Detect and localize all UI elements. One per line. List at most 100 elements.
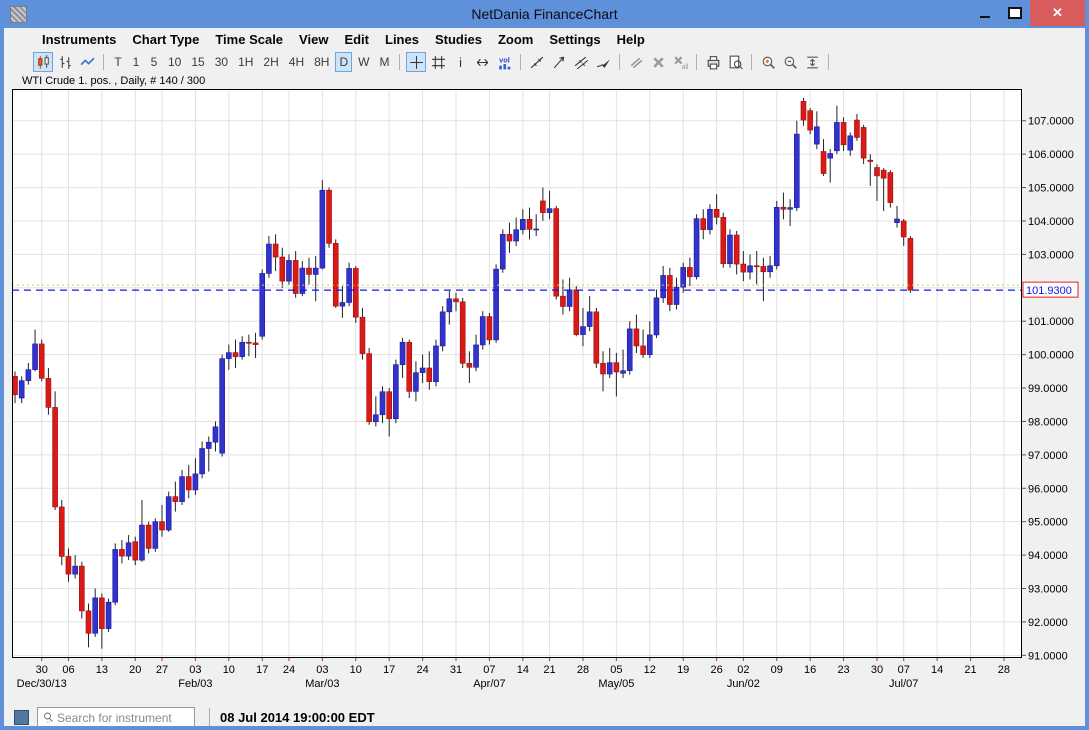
candle-body	[627, 329, 632, 371]
x-axis-month-label: Jun/02	[727, 678, 760, 690]
timeframe-15-button[interactable]: 15	[187, 52, 208, 72]
timeframe-M-button[interactable]: M	[375, 52, 393, 72]
candle-body	[854, 120, 859, 137]
fit-vertical-button[interactable]	[802, 52, 822, 72]
delete-line-button[interactable]	[648, 52, 668, 72]
candle-body	[273, 244, 278, 257]
ray-line-button[interactable]	[549, 52, 569, 72]
close-button[interactable]: ✕	[1030, 0, 1085, 26]
candle-body	[808, 111, 813, 130]
price-chart[interactable]: 107.0000106.0000105.0000104.0000103.0000…	[12, 89, 1080, 698]
y-axis-label: 94.0000	[1028, 550, 1068, 562]
title-bar: NetDania FinanceChart ✕	[4, 0, 1085, 28]
candle-body	[748, 266, 753, 272]
volume-icon: vol	[496, 54, 513, 71]
candle-body	[848, 136, 853, 150]
candle-body	[500, 234, 505, 269]
candle-body	[153, 522, 158, 549]
app-icon	[10, 6, 27, 23]
candle-body	[641, 346, 646, 355]
menu-item-edit[interactable]: Edit	[336, 30, 377, 49]
candle-body	[647, 335, 652, 355]
parallel-channel-button[interactable]	[571, 52, 591, 72]
candle-body	[13, 376, 18, 394]
candle-body	[427, 368, 432, 382]
menu-item-help[interactable]: Help	[609, 30, 653, 49]
candle-body	[307, 268, 312, 274]
y-axis-label: 101.0000	[1028, 316, 1074, 328]
minimize-button[interactable]	[970, 0, 1000, 26]
candle-body	[19, 381, 24, 398]
ohlc-bars-button[interactable]	[55, 52, 75, 72]
timeframe-30-button[interactable]: 30	[211, 52, 232, 72]
y-axis-label: 93.0000	[1028, 584, 1068, 596]
search-box[interactable]	[37, 707, 195, 729]
menu-item-instruments[interactable]: Instruments	[34, 30, 124, 49]
parallel-lines-button[interactable]	[626, 52, 646, 72]
info-button[interactable]: i	[450, 52, 470, 72]
timeframe-1-button[interactable]: 1	[128, 52, 144, 72]
timeframe-2H-button[interactable]: 2H	[259, 52, 282, 72]
search-input[interactable]	[55, 710, 179, 726]
candle-body	[794, 134, 799, 208]
candle-body	[173, 497, 178, 502]
trend-line-button[interactable]	[527, 52, 547, 72]
candle-body	[801, 101, 806, 120]
crosshair-button[interactable]	[406, 52, 426, 72]
candle-body	[834, 122, 839, 150]
timeframe-8H-button[interactable]: 8H	[310, 52, 333, 72]
timeframe-T-button[interactable]: T	[110, 52, 126, 72]
y-axis-label: 106.0000	[1028, 149, 1074, 161]
timeframe-D-button[interactable]: D	[335, 52, 352, 72]
print-button[interactable]	[703, 52, 723, 72]
delete-all-lines-button[interactable]: all	[670, 52, 690, 72]
candle-body	[694, 219, 699, 277]
line-chart-button[interactable]	[77, 52, 97, 72]
menu-item-settings[interactable]: Settings	[541, 30, 608, 49]
timeframe-1H-button[interactable]: 1H	[234, 52, 257, 72]
candle-body	[367, 354, 372, 422]
arrow-pointer-button[interactable]	[593, 52, 613, 72]
candle-body	[340, 303, 345, 307]
menu-bar: InstrumentsChart TypeTime ScaleViewEditL…	[4, 28, 1085, 50]
zoom-in-button[interactable]	[758, 52, 778, 72]
x-axis-month-label: Apr/07	[473, 678, 505, 690]
candle-body	[380, 392, 385, 415]
x-axis-label: 14	[931, 664, 943, 676]
candle-body	[714, 209, 719, 217]
timeframe-W-button[interactable]: W	[354, 52, 373, 72]
timeframe-5-button[interactable]: 5	[146, 52, 162, 72]
volume-button[interactable]: vol	[494, 52, 514, 72]
menu-item-lines[interactable]: Lines	[377, 30, 427, 49]
candle-body	[587, 312, 592, 327]
menu-item-chart-type[interactable]: Chart Type	[124, 30, 207, 49]
candle-body	[514, 230, 519, 241]
fit-vertical-icon	[804, 54, 821, 71]
zoom-out-button[interactable]	[780, 52, 800, 72]
timeframe-4H-button[interactable]: 4H	[285, 52, 308, 72]
menu-item-time-scale[interactable]: Time Scale	[207, 30, 291, 49]
menu-item-studies[interactable]: Studies	[427, 30, 490, 49]
horizontal-scale-button[interactable]	[472, 52, 492, 72]
app-window: NetDania FinanceChart ✕ InstrumentsChart…	[0, 0, 1089, 730]
candle-body	[614, 363, 619, 372]
candle-body	[567, 290, 572, 307]
candle-body	[821, 151, 826, 173]
candle-body	[73, 566, 78, 574]
x-axis-label: 26	[710, 664, 722, 676]
candle-body	[139, 525, 144, 560]
candle-body	[400, 342, 405, 364]
maximize-button[interactable]	[1000, 0, 1030, 26]
grid-toggle-button[interactable]	[428, 52, 448, 72]
timeframe-10-button[interactable]: 10	[164, 52, 185, 72]
menu-item-view[interactable]: View	[291, 30, 336, 49]
toolbar-separator	[520, 54, 521, 70]
statusbar-separator	[209, 708, 210, 728]
candle-body	[580, 327, 585, 335]
candle-body	[788, 208, 793, 210]
print-preview-button[interactable]	[725, 52, 745, 72]
candle-body	[206, 442, 211, 448]
candlestick-chart-button[interactable]	[33, 52, 53, 72]
menu-item-zoom[interactable]: Zoom	[490, 30, 541, 49]
candle-body	[186, 477, 191, 490]
